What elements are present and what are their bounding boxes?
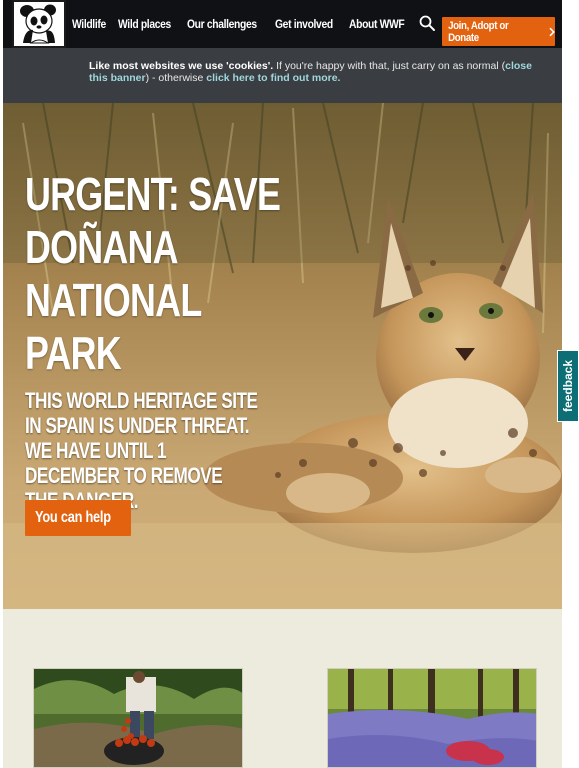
nav-about-wwf[interactable]: About WWF [349,17,405,31]
chevron-right-icon [549,27,555,36]
feedback-label: feedback [561,359,575,413]
bluebell-woodland-image [328,669,536,767]
hero-title: URGENT: SAVE DOÑANA NATIONAL PARK [25,168,281,379]
nav-wild-places[interactable]: Wild places [118,17,171,31]
feedback-tab[interactable]: feedback [557,350,579,422]
cookie-banner: Like most websites we use 'cookies'. If … [3,48,562,103]
page: Wildlife Wild places Our challenges Get … [3,0,562,768]
story-card-palm-oil[interactable] [33,668,243,768]
nav-our-challenges[interactable]: Our challenges [187,17,257,31]
nav-get-involved[interactable]: Get involved [275,17,333,31]
cookie-lead: Like most websites we use 'cookies'. [89,60,274,72]
cookie-text-1: If you're happy with that, just carry on… [273,60,506,72]
wwf-logo[interactable] [12,0,66,48]
cookie-text-2: ) - otherwise [145,72,207,84]
site-header: Wildlife Wild places Our challenges Get … [3,0,562,48]
nav-wildlife[interactable]: Wildlife [72,17,106,31]
join-adopt-donate-button[interactable]: Join, Adopt or Donate [442,17,555,46]
main-nav: Wildlife Wild places Our challenges Get … [72,0,421,48]
story-card-bluebell-woodland[interactable] [327,668,537,768]
cta-label: You can help [35,509,111,526]
panda-logo-icon [20,4,56,44]
donate-label: Join, Adopt or Donate [448,19,509,44]
you-can-help-button[interactable]: You can help [25,500,131,536]
search-icon [419,15,435,31]
hero-subtitle: THIS WORLD HERITAGE SITE IN SPAIN IS UND… [25,388,258,513]
hero-banner: URGENT: SAVE DOÑANA NATIONAL PARK THIS W… [3,103,562,609]
palm-fruit-harvest-image [34,669,242,767]
find-out-more-link[interactable]: click here to find out more. [206,72,340,84]
search-button[interactable] [418,14,436,32]
